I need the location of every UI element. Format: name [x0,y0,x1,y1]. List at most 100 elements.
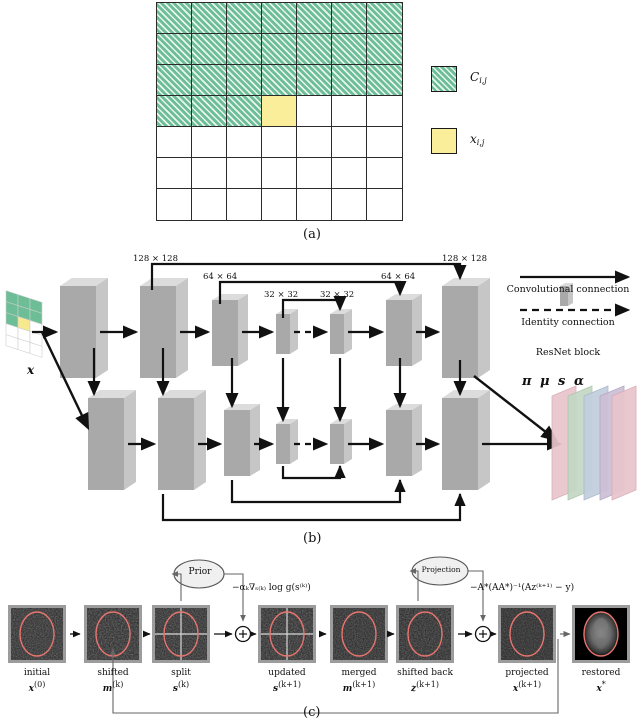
formula-projection: −A*(AA*)⁻¹(Az⁽ᵏ⁺¹⁾ − y) [470,583,575,593]
caption-name: shifted back [397,668,453,678]
resnet-block-bd3 [386,404,422,476]
resnet-block-e3 [212,294,248,366]
grid-cell [296,64,333,97]
caption-merged: merged m(k+1) [329,667,389,695]
grid-cell [226,33,263,66]
grid-cell [191,64,228,97]
grid-cell [156,126,193,159]
panel-label-c: (c) [303,705,321,720]
panel-a: Ci,j xi,j (a) [0,0,640,248]
grid-cell [331,95,368,128]
grid-cell [191,95,228,128]
resnet-block-be3 [224,404,260,476]
resnet-block-bd2 [442,390,490,490]
dim-label-3: 32 × 32 [264,290,299,300]
grid-cell-highlight [261,95,298,128]
grid-cell [296,33,333,66]
caption-name: updated [268,668,306,678]
caption-name: initial [23,668,51,678]
caption-symbol: m(k+1) [342,680,376,694]
resnet-block-d2 [442,278,490,378]
grid-cell [296,126,333,159]
thumb-updated [258,605,316,663]
legend-sub-C: i,j [479,76,487,85]
grid-cell [296,188,333,221]
output-symbol-pi: π [522,374,532,389]
grid-cell [366,33,403,66]
caption-name: merged [341,668,377,678]
grid-cell [156,95,193,128]
legend-swatch-coverage [431,66,457,92]
grid-cell [156,64,193,97]
grid-cell [261,157,298,190]
grid-cell [331,64,368,97]
output-symbol-mu: μ [540,374,550,389]
caption-symbol: m(k) [102,680,124,694]
dim-label-1: 128 × 128 [133,254,178,264]
caption-symbol: s(k) [172,680,190,694]
thumb-merged [330,605,388,663]
thumb-initial [8,605,66,663]
output-symbol-s: s [558,374,566,389]
caption-restored: restored x* [571,667,631,695]
legend-symbol-C: C [470,70,480,84]
grid-cell [261,33,298,66]
grid-cell [296,2,333,35]
iteration-pipeline [8,556,630,714]
legend-label-pixel: xi,j [470,132,484,147]
grid-cell [191,188,228,221]
projection-node-label: Projection [421,565,461,574]
panel-label-a: (a) [303,227,321,242]
grid-cell [366,95,403,128]
grid-cell [296,95,333,128]
grid-cell [331,2,368,35]
dim-label-6: 128 × 128 [442,254,487,264]
grid-cell [261,126,298,159]
grid-cell [261,64,298,97]
grid-cell [156,33,193,66]
legend-swatch-pixel [431,128,457,154]
resnet-block-be1 [88,390,136,490]
caption-symbol: x(0) [28,680,46,694]
caption-name: shifted [97,668,129,678]
caption-symbol: x* [596,680,606,694]
grid-cell [191,157,228,190]
thumb-projected [498,605,556,663]
grid-cell [156,2,193,35]
grid-cell [226,126,263,159]
panel-c: Prior Projection −αₖ∇ₛ₍ₖ₎ log g(s⁽ᵏ⁾) −A… [0,553,640,727]
legend-conv-label: Convolutional connection [506,284,630,295]
caption-name: split [171,668,191,678]
adder-prior [234,625,252,643]
caption-shifted: shifted m(k) [83,667,143,695]
grid-cell [296,157,333,190]
caption-projected: projected x(k+1) [497,667,557,695]
legend-identity-label: Identity connection [521,317,615,328]
caption-updated: updated s(k+1) [257,667,317,695]
dim-label-5: 64 × 64 [381,272,416,282]
thumb-restored [572,605,630,663]
grid-cell [331,33,368,66]
caption-split: split s(k) [151,667,211,695]
grid-cell [226,188,263,221]
resnet-block-be2 [158,390,206,490]
legend-symbol-x: x [470,132,477,146]
grid-cell [191,126,228,159]
thumb-shifted-back [396,605,454,663]
grid-cell [226,157,263,190]
figure-root: Ci,j xi,j (a) x 128 × 128 64 × 64 32 × 3… [0,0,640,727]
grid-cell [366,64,403,97]
caption-symbol: s(k+1) [273,680,301,694]
adder-projection [474,625,492,643]
dim-label-2: 64 × 64 [203,272,238,282]
caption-name: projected [505,668,549,678]
grid-cell [226,2,263,35]
grid-cell [366,188,403,221]
caption-initial: initial x(0) [7,667,67,695]
grid-cell [156,188,193,221]
caption-shifted-back: shifted back z(k+1) [390,667,460,695]
grid-cell [331,126,368,159]
grid-cell [261,188,298,221]
resnet-block-bd4 [330,419,352,464]
grid-cell [261,2,298,35]
